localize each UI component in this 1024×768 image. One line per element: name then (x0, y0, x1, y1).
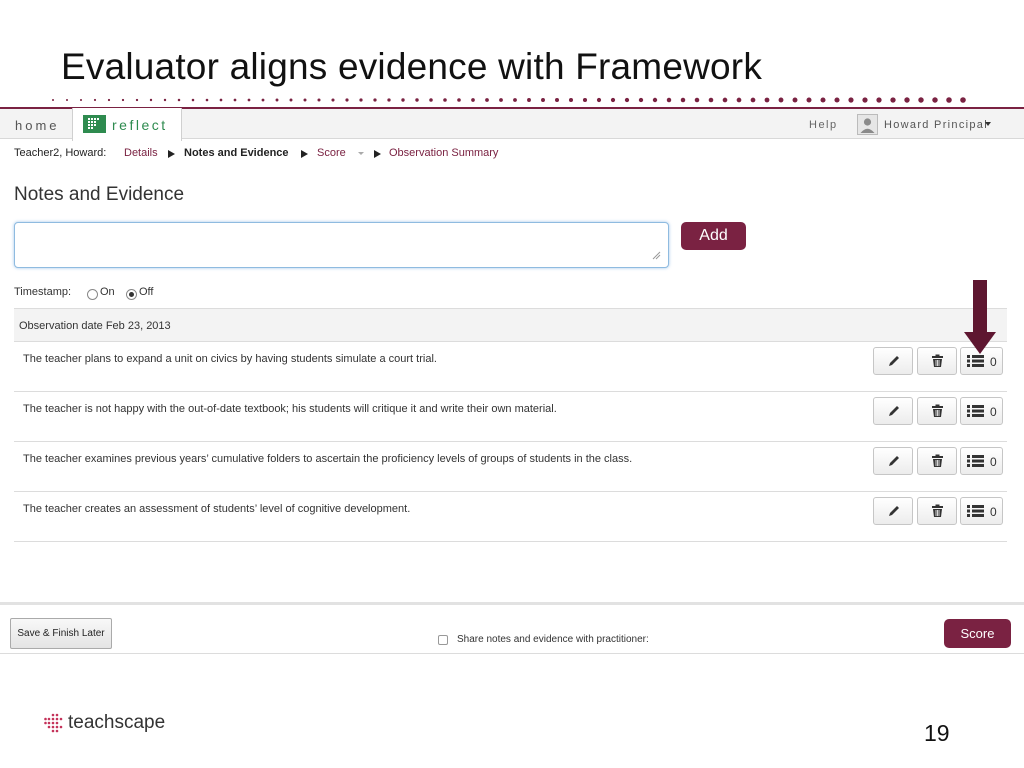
arrow-down-icon (964, 280, 996, 354)
delete-button[interactable] (917, 397, 957, 425)
delete-button[interactable] (917, 497, 957, 525)
notes-list: The teacher plans to expand a unit on ci… (14, 342, 1007, 542)
trash-icon (932, 454, 943, 467)
note-row: The teacher is not happy with the out-of… (14, 392, 1007, 442)
note-input[interactable] (14, 222, 669, 268)
breadcrumb-score[interactable]: Score (317, 147, 346, 159)
note-text: The teacher plans to expand a unit on ci… (23, 353, 437, 365)
help-link[interactable]: Help (809, 119, 838, 131)
user-menu[interactable]: Howard Principal (884, 119, 988, 131)
edit-button[interactable] (873, 497, 913, 525)
share-label: Share notes and evidence with practition… (457, 634, 649, 645)
score-button[interactable]: Score (944, 619, 1011, 648)
edit-button[interactable] (873, 347, 913, 375)
breadcrumb-details[interactable]: Details (124, 147, 158, 159)
user-icon[interactable] (857, 114, 878, 135)
note-row: The teacher plans to expand a unit on ci… (14, 342, 1007, 392)
trash-icon (932, 504, 943, 517)
breadcrumb-arrow-icon (374, 150, 381, 158)
teachscape-logo-text: teachscape (68, 712, 166, 733)
pencil-icon (889, 456, 899, 466)
note-text: The teacher creates an assessment of stu… (23, 503, 411, 515)
note-row: The teacher creates an assessment of stu… (14, 492, 1007, 542)
delete-button[interactable] (917, 447, 957, 475)
list-icon (967, 355, 984, 367)
list-icon (967, 505, 984, 517)
breadcrumb-summary[interactable]: Observation Summary (389, 147, 498, 159)
reflect-logo-icon (83, 115, 106, 133)
reflect-label: reflect (112, 117, 168, 133)
observation-date-header: Observation date Feb 23, 2013 (14, 308, 1007, 342)
delete-button[interactable] (917, 347, 957, 375)
nav-home-link[interactable]: home (15, 118, 60, 133)
chevron-down-icon[interactable] (358, 152, 364, 155)
note-row: The teacher examines previous years’ cum… (14, 442, 1007, 492)
link-count: 0 (990, 405, 997, 419)
dotted-divider (52, 97, 966, 103)
timestamp-off-label: Off (139, 286, 154, 298)
breadcrumb-teacher: Teacher2, Howard: (14, 147, 107, 159)
share-checkbox[interactable] (438, 635, 448, 645)
pencil-icon (889, 406, 899, 416)
link-count: 0 (990, 455, 997, 469)
list-icon (967, 455, 984, 467)
slide-number: 19 (924, 720, 950, 746)
align-framework-button[interactable]: 0 (960, 447, 1003, 475)
nav-reflect-tab[interactable]: reflect (72, 108, 182, 141)
list-icon (967, 405, 984, 417)
top-nav-bar: home reflect Help Howard Principal (0, 107, 1024, 141)
note-text: The teacher is not happy with the out-of… (23, 403, 557, 415)
breadcrumb-arrow-icon (301, 150, 308, 158)
resize-grip-icon[interactable] (651, 250, 661, 260)
caret-down-icon[interactable] (985, 122, 991, 126)
align-framework-button[interactable]: 0 (960, 497, 1003, 525)
app-window: home reflect Help Howard Principal Teach… (0, 107, 1024, 655)
slide-title: Evaluator aligns evidence with Framework (61, 46, 763, 87)
trash-icon (932, 404, 943, 417)
align-framework-button[interactable]: 0 (960, 397, 1003, 425)
timestamp-on-radio[interactable] (87, 289, 98, 300)
trash-icon (932, 354, 943, 367)
timestamp-off-radio[interactable] (126, 289, 137, 300)
timestamp-on-label: On (100, 286, 115, 298)
pencil-icon (889, 356, 899, 366)
edit-button[interactable] (873, 447, 913, 475)
breadcrumb-arrow-icon (168, 150, 175, 158)
breadcrumb-notes[interactable]: Notes and Evidence (184, 147, 289, 159)
teachscape-logo-icon (44, 713, 63, 733)
timestamp-label: Timestamp: (14, 286, 72, 298)
note-text: The teacher examines previous years’ cum… (23, 453, 633, 465)
add-button[interactable]: Add (681, 222, 746, 250)
pencil-icon (889, 506, 899, 516)
link-count: 0 (990, 505, 997, 519)
page-title: Notes and Evidence (14, 184, 185, 205)
save-finish-later-button[interactable]: Save & Finish Later (10, 618, 112, 649)
edit-button[interactable] (873, 397, 913, 425)
bottom-action-bar: Save & Finish Later Share notes and evid… (0, 602, 1024, 654)
link-count: 0 (990, 355, 997, 369)
